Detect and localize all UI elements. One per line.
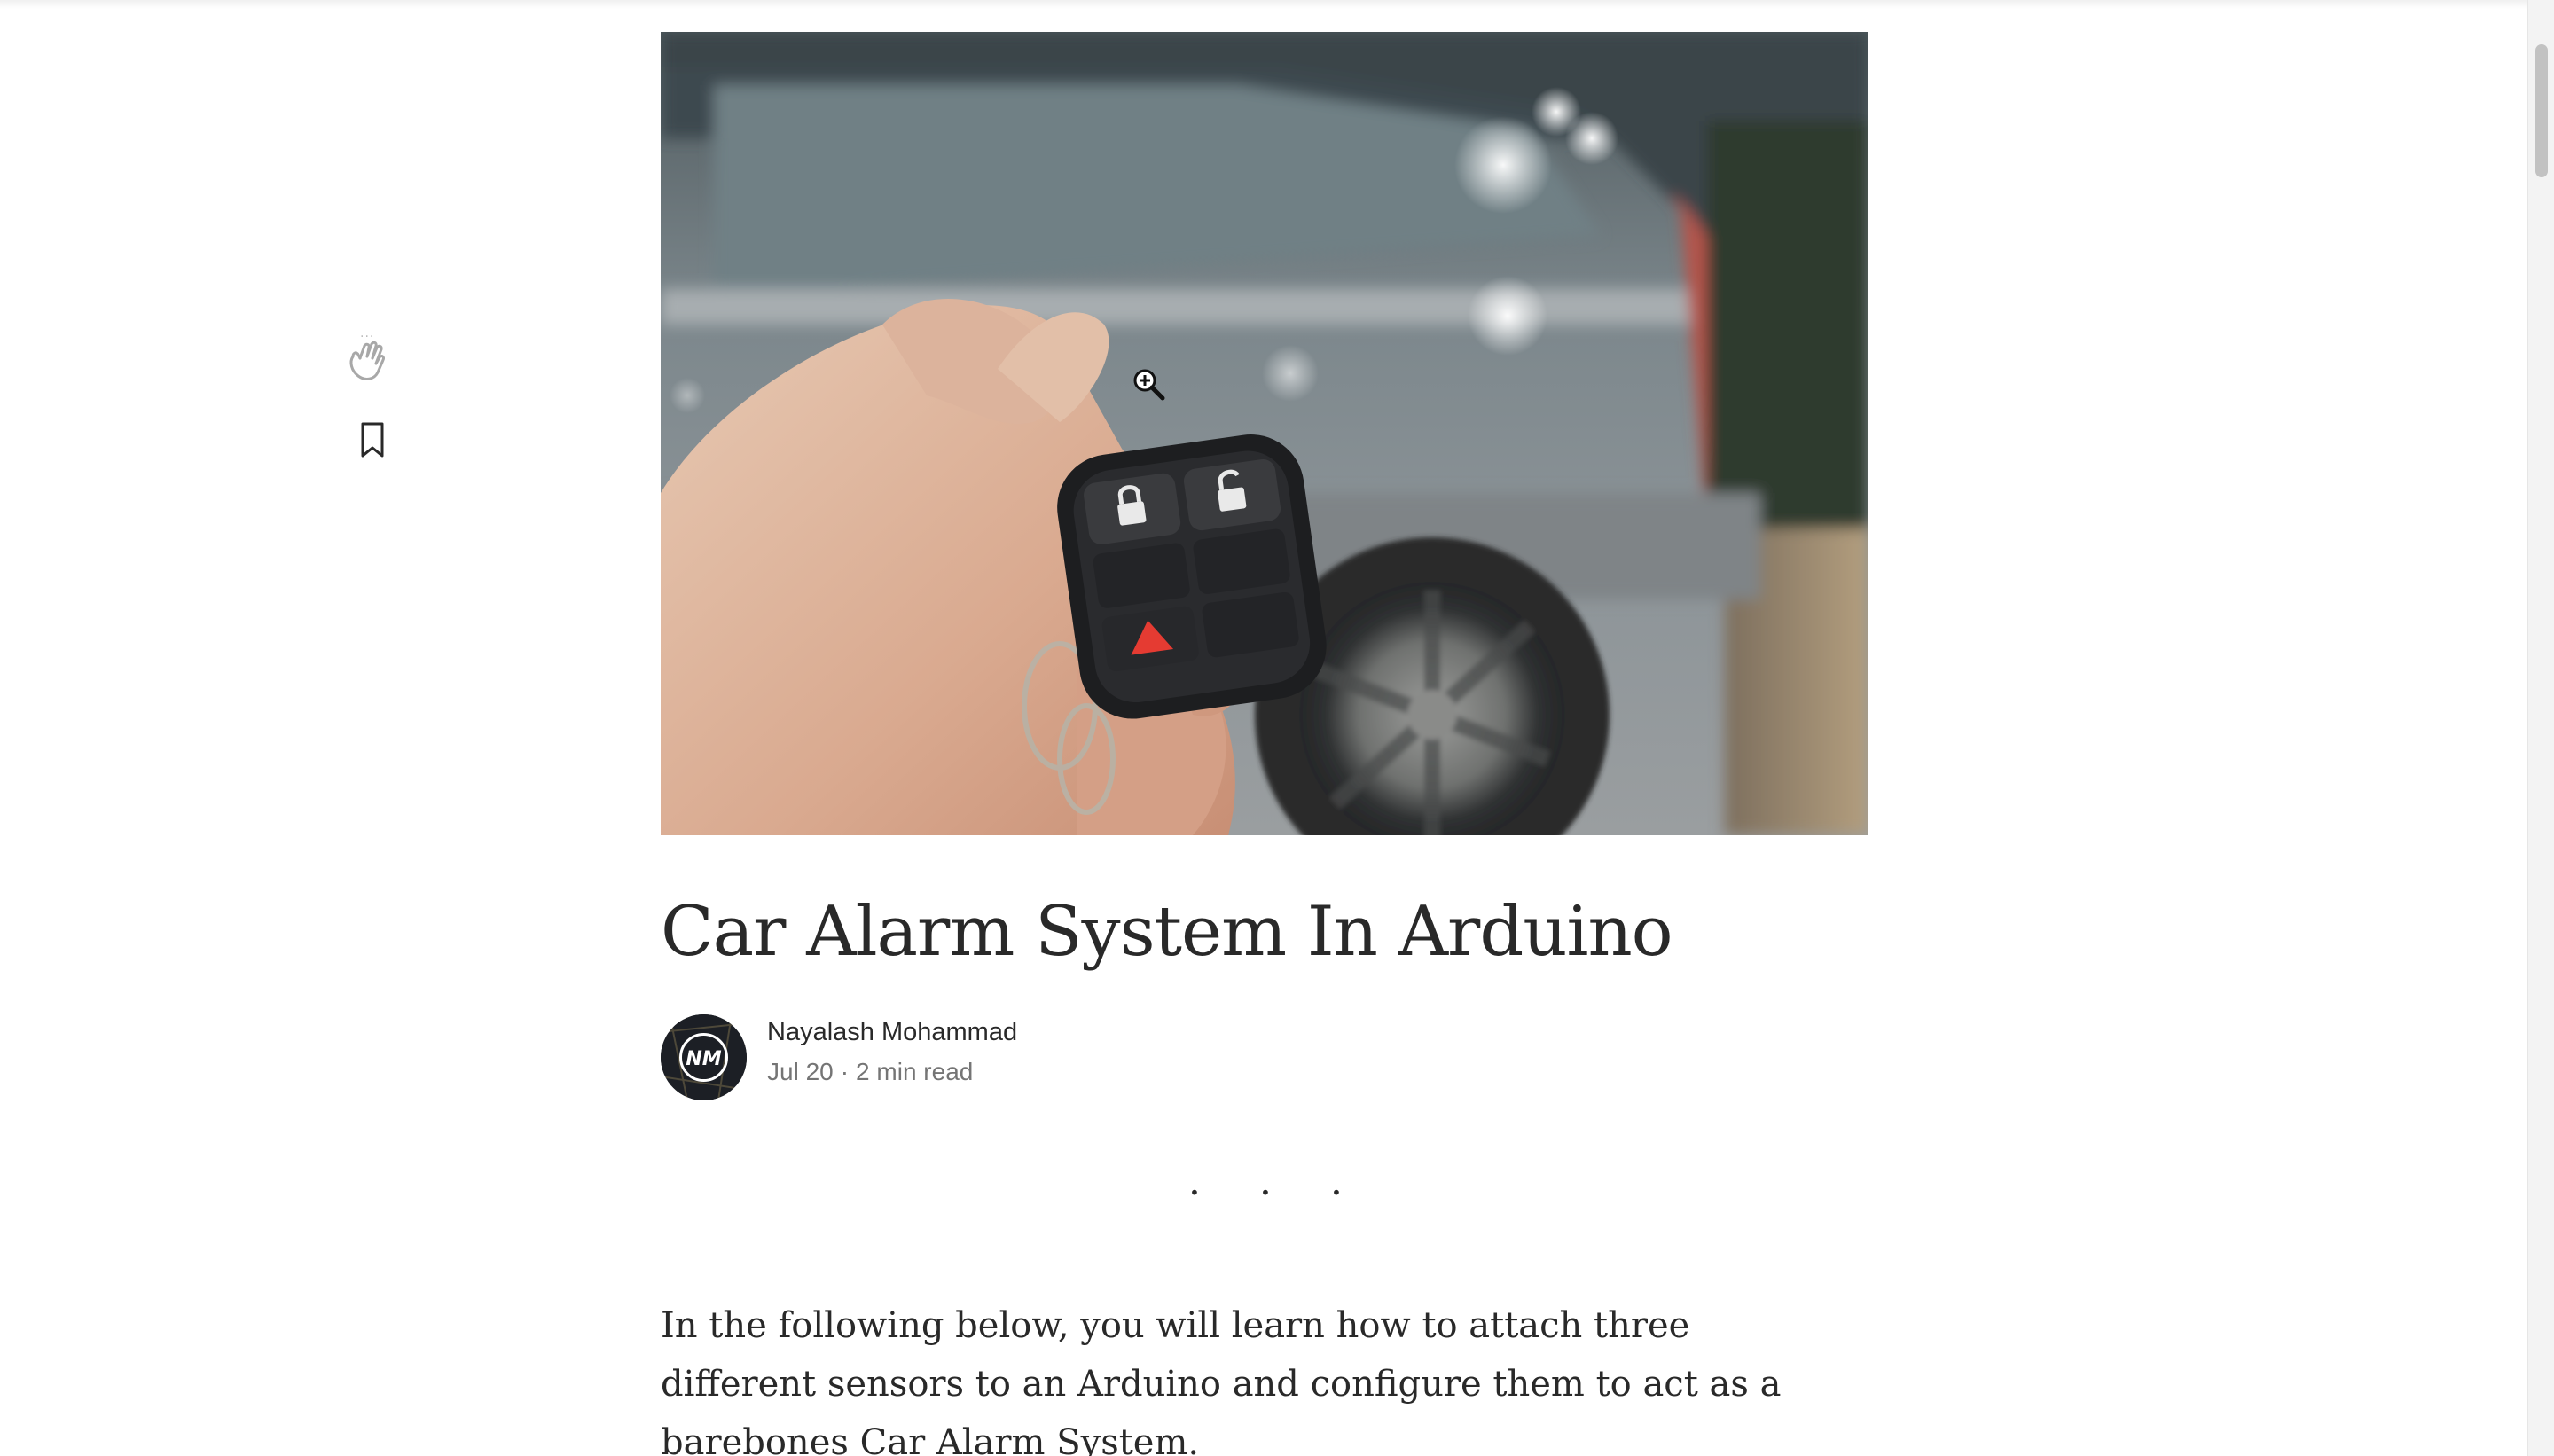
hero-image-art bbox=[661, 32, 1868, 835]
avatar[interactable]: NM bbox=[661, 1014, 747, 1100]
zoom-in-icon bbox=[1133, 369, 1165, 401]
scrollbar-thumb[interactable] bbox=[2535, 44, 2548, 177]
hero-image[interactable] bbox=[661, 32, 1868, 835]
avatar-initials: NM bbox=[686, 1048, 721, 1070]
author-name-link[interactable]: Nayalash Mohammad bbox=[767, 1018, 1017, 1047]
clap-button[interactable]: ··· bbox=[341, 330, 390, 383]
article-title: Car Alarm System In Arduino bbox=[661, 892, 1673, 972]
meta-separator: · bbox=[840, 1058, 850, 1085]
scrollbar[interactable] bbox=[2527, 0, 2554, 1456]
bookmark-icon bbox=[361, 422, 384, 458]
section-separator: · · · bbox=[1188, 1170, 1366, 1216]
read-time: 2 min read bbox=[856, 1058, 974, 1085]
publish-date[interactable]: Jul 20 bbox=[767, 1058, 834, 1085]
clap-sparkle: ··· bbox=[360, 330, 375, 344]
avatar-image: NM bbox=[661, 1014, 747, 1100]
top-shadow bbox=[0, 0, 2527, 9]
body-paragraph: In the following below, you will learn h… bbox=[661, 1305, 1782, 1456]
bookmark-button[interactable] bbox=[355, 420, 390, 459]
article-meta: Jul 20 · 2 min read bbox=[767, 1058, 973, 1086]
